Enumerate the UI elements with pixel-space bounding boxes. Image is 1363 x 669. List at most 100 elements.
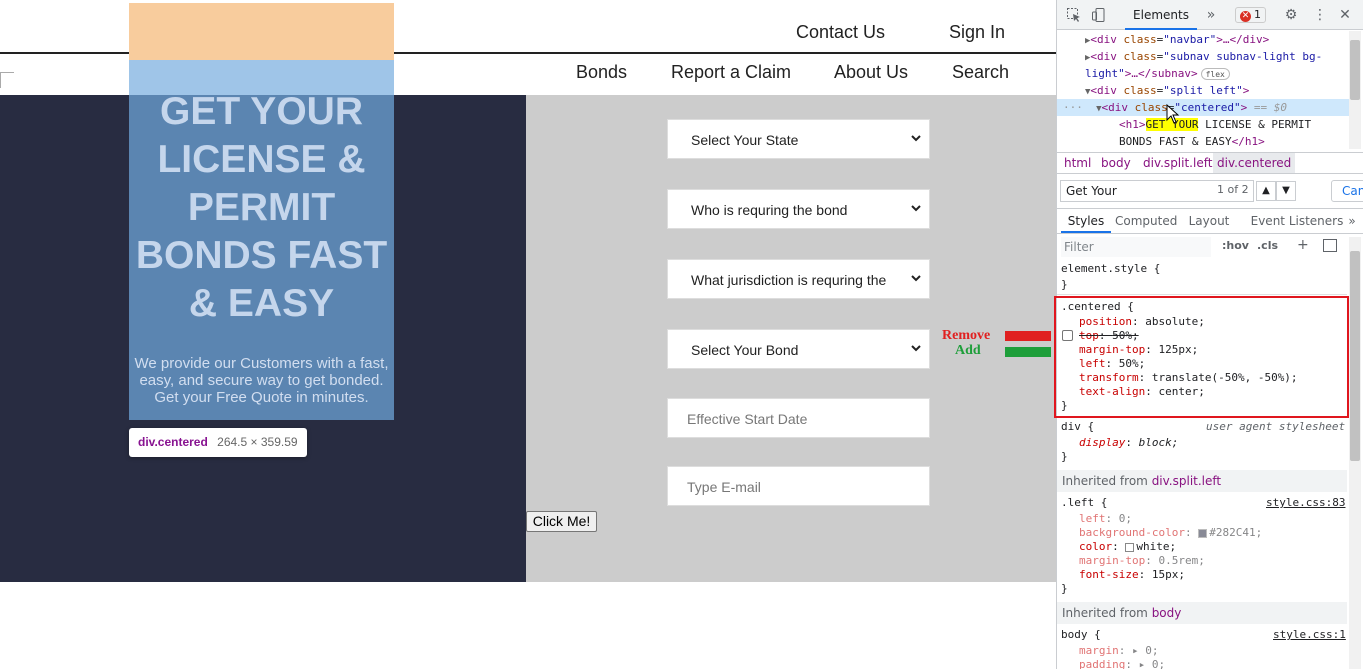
tab-computed[interactable]: Computed — [1115, 209, 1177, 233]
jurisdiction-select[interactable]: What jurisdiction is requring the bond — [667, 259, 930, 299]
email-placeholder: Type E-mail — [687, 479, 761, 495]
who-requires-value: Who is requring the bond — [691, 202, 848, 218]
start-date-placeholder: Effective Start Date — [687, 411, 808, 427]
bond-select[interactable]: Select Your Bond — [667, 329, 930, 369]
rule-centered-selector[interactable]: .centered { — [1061, 300, 1134, 314]
crumb-centered[interactable]: div.centered — [1213, 153, 1296, 173]
dom-tree-scroll-thumb[interactable] — [1350, 40, 1360, 100]
dom-node-h1[interactable]: <h1>GET YOUR LICENSE & PERMIT — [1057, 116, 1349, 133]
dom-node-split-left[interactable]: ▼<div class="split left"> — [1057, 82, 1349, 99]
tab-styles[interactable]: Styles — [1061, 209, 1111, 233]
webpage-viewport: Contact Us Sign In Bonds Report a Claim … — [0, 0, 1056, 669]
style-source-link[interactable]: style.css:1 — [1273, 628, 1346, 642]
devtools-panel: Elements » ✕ 1 ⚙ ⋮ ✕ ▶<div class="navbar"… — [1056, 0, 1363, 669]
tab-event-listeners[interactable]: Event Listeners — [1245, 209, 1349, 233]
styles-scrollbar[interactable] — [1349, 237, 1361, 669]
hero-description: We provide our Customers with a fast, ea… — [134, 355, 389, 406]
rule-div-selector[interactable]: div { — [1061, 420, 1094, 434]
rule-left-selector[interactable]: .left { — [1061, 496, 1107, 510]
dom-node-navbar[interactable]: ▶<div class="navbar">…</div> — [1057, 31, 1349, 48]
rule-prop-margin[interactable]: margin: ▸ 0; — [1079, 644, 1159, 658]
more-tabs-icon[interactable]: » — [1203, 7, 1219, 23]
chevron-down-icon — [911, 135, 921, 142]
bond-select-value: Select Your Bond — [691, 342, 799, 358]
rule-close: } — [1061, 278, 1068, 291]
styles-tab-bar: Styles Computed Layout Event Listeners » — [1057, 208, 1363, 234]
who-requires-select[interactable]: Who is requring the bond — [667, 189, 930, 229]
nav-about-us[interactable]: About Us — [834, 62, 908, 83]
error-count-badge[interactable]: ✕ 1 — [1235, 7, 1266, 23]
rule-prop-display[interactable]: display: block; — [1079, 436, 1178, 450]
rule-prop-padding[interactable]: padding: ▸ 0; — [1079, 658, 1165, 669]
email-input[interactable]: Type E-mail — [667, 466, 930, 506]
legend-add-label: Add — [955, 343, 981, 358]
rule-prop-left[interactable]: left: 50%; — [1079, 357, 1145, 371]
styles-filter-input[interactable]: Filter — [1061, 237, 1211, 257]
dom-node-subnav[interactable]: ▶<div class="subnav subnav-light bg- — [1057, 48, 1349, 65]
nav-report-claim[interactable]: Report a Claim — [671, 62, 791, 83]
crumb-html[interactable]: html — [1064, 153, 1091, 173]
rule-prop-color[interactable]: color: white; — [1079, 540, 1176, 554]
dom-node-h1-cont: BONDS FAST & EASY</h1> — [1119, 135, 1265, 148]
tab-layout[interactable]: Layout — [1185, 209, 1233, 233]
rule-prop-font-size[interactable]: font-size: 15px; — [1079, 568, 1185, 582]
search-cancel-button[interactable]: Cancel — [1331, 180, 1363, 202]
rule-body-selector[interactable]: body { — [1061, 628, 1101, 642]
nav-bonds[interactable]: Bonds — [576, 62, 627, 83]
styles-scroll-thumb[interactable] — [1350, 251, 1360, 461]
rule-prop-margin-top[interactable]: margin-top: 125px; — [1079, 343, 1198, 357]
rule-prop-transform[interactable]: transform: translate(-50%, -50%); — [1079, 371, 1298, 385]
hov-toggle[interactable]: :hov — [1222, 239, 1249, 252]
rule-prop-margin-top-inherited[interactable]: margin-top: 0.5rem; — [1079, 554, 1205, 568]
rule-prop-left-0[interactable]: left: 0; — [1079, 512, 1132, 526]
rule-prop-background-color[interactable]: background-color: #282C41; — [1079, 526, 1262, 540]
rule-prop-position[interactable]: position: absolute; — [1079, 315, 1205, 329]
start-date-input[interactable]: Effective Start Date — [667, 398, 930, 438]
new-rule-icon[interactable]: + — [1297, 237, 1309, 253]
rule-element-style-selector[interactable]: element.style { — [1061, 262, 1160, 276]
gear-icon[interactable]: ⚙ — [1283, 7, 1299, 23]
state-select-value: Select Your State — [691, 132, 799, 148]
legend-remove-label: Remove — [942, 328, 991, 343]
tooltip-element-size: 264.5 × 359.59 — [217, 435, 298, 449]
nav-sign-in[interactable]: Sign In — [949, 22, 1005, 43]
inherited-ref-split-left[interactable]: div.split.left — [1152, 474, 1221, 488]
color-swatch[interactable] — [1198, 528, 1208, 538]
nav-contact-us[interactable]: Contact Us — [796, 22, 885, 43]
flex-badge[interactable]: flex — [1200, 68, 1230, 80]
style-source-link[interactable]: style.css:83 — [1266, 496, 1345, 510]
rule-prop-text-align[interactable]: text-align: center; — [1079, 385, 1205, 399]
crumb-body[interactable]: body — [1101, 153, 1131, 173]
toggle-sidebar-icon[interactable] — [1323, 239, 1337, 252]
devtools-toolbar: Elements » ✕ 1 ⚙ ⋮ ✕ — [1057, 0, 1363, 30]
rule-prop-top-disabled[interactable]: top: 50%; — [1079, 329, 1139, 343]
crumb-split-left[interactable]: div.split.left — [1143, 153, 1212, 173]
tab-elements[interactable]: Elements — [1125, 0, 1197, 30]
margin-highlight-overlay — [129, 3, 394, 60]
dom-node-subnav-cont: light">…</subnav> flex — [1057, 65, 1349, 82]
dom-tree-scrollbar[interactable] — [1349, 31, 1361, 149]
legend-remove-swatch — [1005, 331, 1051, 341]
click-me-button[interactable]: Click Me! — [526, 511, 597, 532]
cls-toggle[interactable]: .cls — [1257, 239, 1278, 252]
search-prev-button[interactable]: ▲ — [1256, 181, 1276, 201]
color-swatch[interactable] — [1125, 542, 1135, 552]
inspect-element-icon[interactable] — [1066, 7, 1082, 23]
state-select[interactable]: Select Your State — [667, 119, 930, 159]
device-toolbar-icon[interactable] — [1091, 7, 1107, 23]
rule-close: } — [1061, 582, 1068, 595]
toggle-property-checkbox[interactable] — [1062, 330, 1073, 341]
nav-search[interactable]: Search — [952, 62, 1009, 83]
rule-divider — [1057, 294, 1347, 295]
jurisdiction-value: What jurisdiction is requring the bond — [691, 272, 891, 288]
tooltip-element-name: div.centered — [138, 435, 208, 449]
more-tabs-icon[interactable]: » — [1345, 209, 1359, 233]
close-icon[interactable]: ✕ — [1337, 7, 1353, 23]
dom-node-centered[interactable]: ··· ▼<div class="centered"> == $0 — [1057, 99, 1349, 116]
chevron-down-icon — [911, 275, 921, 282]
search-match-count: 1 of 2 — [1217, 183, 1249, 196]
kebab-menu-icon[interactable]: ⋮ — [1312, 7, 1328, 23]
search-next-button[interactable]: ▼ — [1276, 181, 1296, 201]
inherited-ref-body[interactable]: body — [1152, 606, 1182, 620]
dom-tree: ▶<div class="navbar">…</div> ▶<div class… — [1057, 31, 1349, 149]
